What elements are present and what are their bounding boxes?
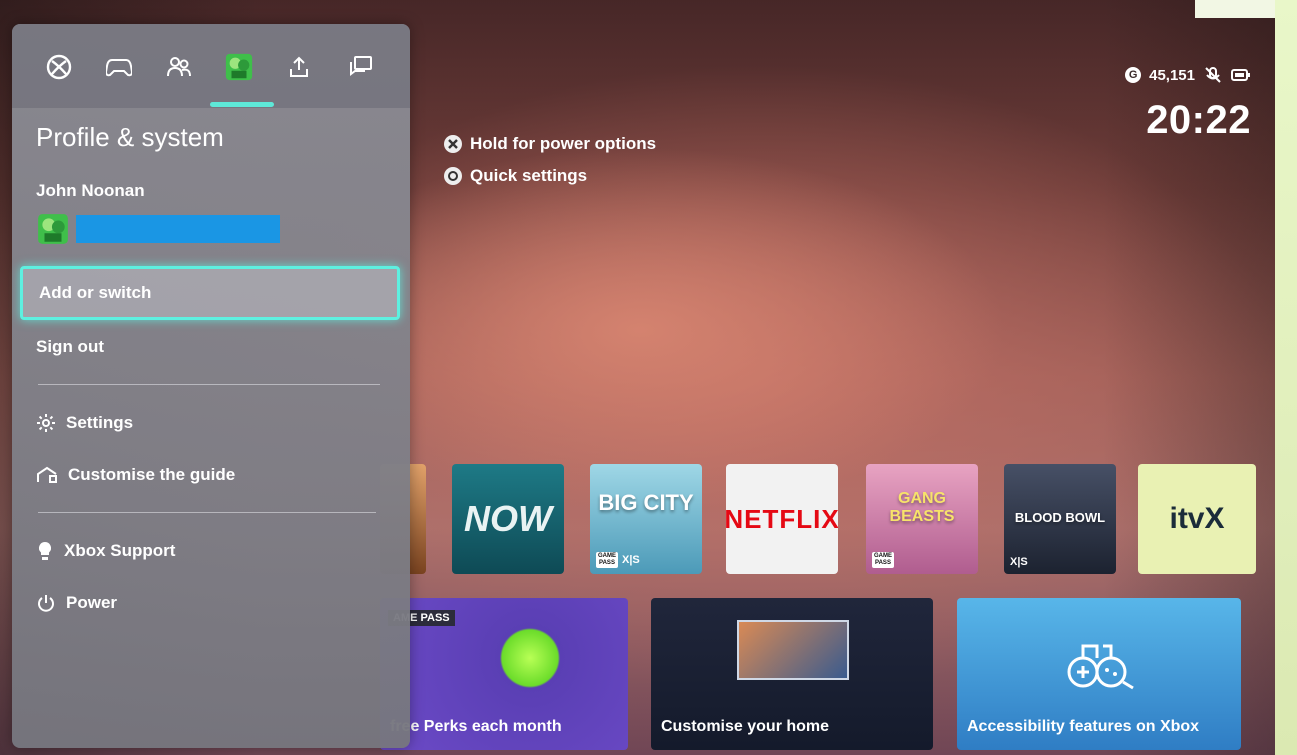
avatar: [38, 214, 68, 244]
mic-muted-icon: [1205, 67, 1221, 83]
page-title: Profile & system: [36, 122, 224, 152]
add-or-switch-button[interactable]: Add or switch: [20, 266, 400, 320]
netflix-logo: NETFLIX: [726, 503, 838, 534]
share-upload-icon: [290, 56, 308, 77]
active-tab-indicator: [210, 102, 274, 107]
redacted-gamertag: [76, 215, 280, 243]
quick-settings-hint-label: Quick settings: [470, 166, 588, 185]
tab-controller[interactable]: [104, 52, 134, 82]
gear-icon: [37, 414, 55, 432]
bloodbowl-title: BLOOD BOWL: [1014, 510, 1106, 525]
lightbulb-icon: [38, 541, 52, 560]
tile-tags: GAME PASS: [872, 552, 894, 568]
xs-tag: X|S: [622, 554, 640, 566]
sign-out-label: Sign out: [36, 337, 104, 356]
xbox-button-icon: [444, 135, 462, 153]
gamepass-badge: GAME PASS: [596, 552, 618, 568]
xs-tag: X|S: [1010, 556, 1028, 568]
xbox-logo-icon: [46, 54, 72, 80]
tile-tags: GAME PASS X|S: [596, 552, 640, 568]
tab-messages[interactable]: [346, 52, 376, 82]
gangbeasts-title: GANG BEASTS: [889, 490, 955, 525]
button-hints: Hold for power options Quick settings: [444, 134, 656, 198]
customise-guide-label: Customise the guide: [68, 465, 236, 484]
card-customise-home[interactable]: Customise your home: [651, 598, 933, 750]
customise-guide-button[interactable]: Customise the guide: [20, 448, 400, 502]
power-hint-label: Hold for power options: [470, 134, 657, 153]
tab-share[interactable]: [284, 52, 314, 82]
power-label: Power: [66, 593, 118, 612]
gamerscore-value: 45,151: [1149, 66, 1195, 84]
bigcity-title: BIG CITY: [598, 490, 694, 515]
status-bar: G 45,151: [1125, 66, 1251, 84]
itvx-logo: itvX: [1169, 502, 1225, 535]
tile-now[interactable]: NOW: [452, 464, 564, 574]
power-hint: Hold for power options: [444, 134, 656, 154]
profile-gamertag-row: [36, 212, 280, 246]
settings-button[interactable]: Settings: [20, 396, 400, 450]
tv-illustration: [737, 620, 849, 680]
card-accessibility[interactable]: Accessibility features on Xbox: [957, 598, 1241, 750]
gamerscore-icon: G: [1125, 67, 1142, 83]
battery-icon: [1231, 69, 1250, 81]
accessibility-icon: [1067, 644, 1134, 690]
now-logo: NOW: [464, 498, 552, 539]
settings-label: Settings: [66, 413, 134, 432]
messages-icon: [350, 56, 372, 76]
xbox-support-label: Xbox Support: [64, 541, 176, 560]
controller-icon: [106, 59, 132, 77]
gamepass-badge: GAME PASS: [872, 552, 894, 568]
people-icon: [167, 57, 191, 77]
sign-out-button[interactable]: Sign out: [20, 320, 400, 374]
xbox-support-button[interactable]: Xbox Support: [20, 524, 400, 578]
power-button[interactable]: Power: [20, 576, 400, 630]
power-icon: [38, 595, 54, 612]
customise-guide-icon: [37, 466, 57, 483]
clock: 20:22: [1146, 98, 1251, 142]
card-perks-label: free Perks each month: [390, 718, 562, 735]
tile-itvx[interactable]: itvX: [1138, 464, 1256, 574]
tile-gang-beasts[interactable]: GANG BEASTS GAME PASS: [866, 464, 978, 574]
quick-settings-hint: Quick settings: [444, 166, 656, 186]
card-home-label: Customise your home: [661, 718, 830, 735]
tile-netflix[interactable]: NETFLIX: [726, 464, 838, 574]
tab-profile[interactable]: [224, 52, 254, 82]
card-access-label: Accessibility features on Xbox: [967, 718, 1200, 735]
add-or-switch-label: Add or switch: [39, 283, 152, 302]
tab-xbox[interactable]: [44, 52, 74, 82]
tab-people[interactable]: [164, 52, 194, 82]
tile-little-kitty-big-city[interactable]: BIG CITY GAME PASS X|S: [590, 464, 702, 574]
tile-blood-bowl[interactable]: BLOOD BOWL X|S: [1004, 464, 1116, 574]
menu-divider: [38, 512, 376, 513]
profile-avatar-icon: [225, 53, 253, 81]
card-free-perks[interactable]: AME PASS free Perks each month: [380, 598, 628, 750]
guide-tab-bar: [12, 24, 410, 108]
screen-edge: [1195, 0, 1297, 755]
guide-panel: Profile & system John Noonan Add or swit…: [12, 24, 410, 748]
tile-tags: X|S: [1010, 556, 1028, 568]
profile-name: John Noonan: [36, 181, 145, 200]
view-button-icon: [444, 167, 462, 185]
menu-divider: [38, 384, 380, 385]
